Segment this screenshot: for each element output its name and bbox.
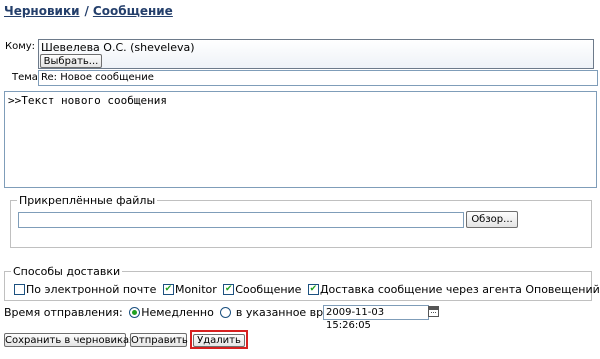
subject-label: Тема: <box>12 72 42 83</box>
breadcrumb-separator: / <box>84 4 89 18</box>
recipient-name: Шевелева О.С. (sheveleva) <box>41 41 195 54</box>
delivery-option-message[interactable]: Сообщение <box>223 283 301 296</box>
delivery-options: По электронной почте Monitor Сообщение Д… <box>14 283 600 296</box>
scheduled-radio[interactable] <box>220 307 232 318</box>
browse-button[interactable]: Обзор... <box>466 211 518 228</box>
attachments-legend: Прикреплённые файлы <box>19 194 156 207</box>
message-body-textarea[interactable]: >>Текст нового сообщения <box>4 91 597 188</box>
send-immediately-option[interactable]: Немедленно <box>126 306 214 319</box>
calendar-icon[interactable] <box>428 306 439 317</box>
send-button[interactable]: Отправить <box>130 333 188 347</box>
immediately-radio[interactable] <box>129 307 141 318</box>
delivery-option-agent[interactable]: Доставка сообщение через агента Оповещен… <box>307 283 600 296</box>
send-time-label: Время отправления: <box>4 306 123 319</box>
monitor-option-label: Monitor <box>174 283 217 296</box>
send-datetime-input[interactable]: 2009-11-03 15:26:05 <box>323 305 429 331</box>
breadcrumb: Черновики / Сообщение <box>4 4 173 18</box>
agent-checkbox[interactable] <box>307 284 319 295</box>
agent-option-label: Доставка сообщение через агента Оповещен… <box>319 283 600 296</box>
delivery-methods-legend: Способы доставки <box>13 265 121 278</box>
breadcrumb-drafts-link[interactable]: Черновики <box>4 4 80 18</box>
immediately-label: Немедленно <box>141 306 214 319</box>
email-option-label: По электронной почте <box>26 283 157 296</box>
choose-recipient-button[interactable]: Выбрать... <box>40 54 102 68</box>
monitor-checkbox[interactable] <box>162 284 174 295</box>
delete-button[interactable]: Удалить <box>193 334 245 347</box>
delivery-option-email[interactable]: По электронной почте <box>14 283 156 296</box>
save-draft-button[interactable]: Сохранить в черновиках <box>4 333 135 347</box>
to-label: Кому: <box>5 41 36 52</box>
email-checkbox[interactable] <box>14 284 25 295</box>
message-option-label: Сообщение <box>235 283 302 296</box>
delete-button-highlight: Удалить <box>190 330 248 349</box>
file-path-input[interactable] <box>18 212 464 228</box>
recipient-box: Шевелева О.С. (sheveleva) Выбрать... <box>38 39 594 69</box>
breadcrumb-message-link[interactable]: Сообщение <box>93 4 173 18</box>
send-time-row: Время отправления: Немедленно в указанно… <box>4 306 349 319</box>
delivery-option-monitor[interactable]: Monitor <box>162 283 217 296</box>
subject-input[interactable]: Re: Новое сообщение <box>38 70 598 86</box>
message-checkbox[interactable] <box>223 284 235 295</box>
